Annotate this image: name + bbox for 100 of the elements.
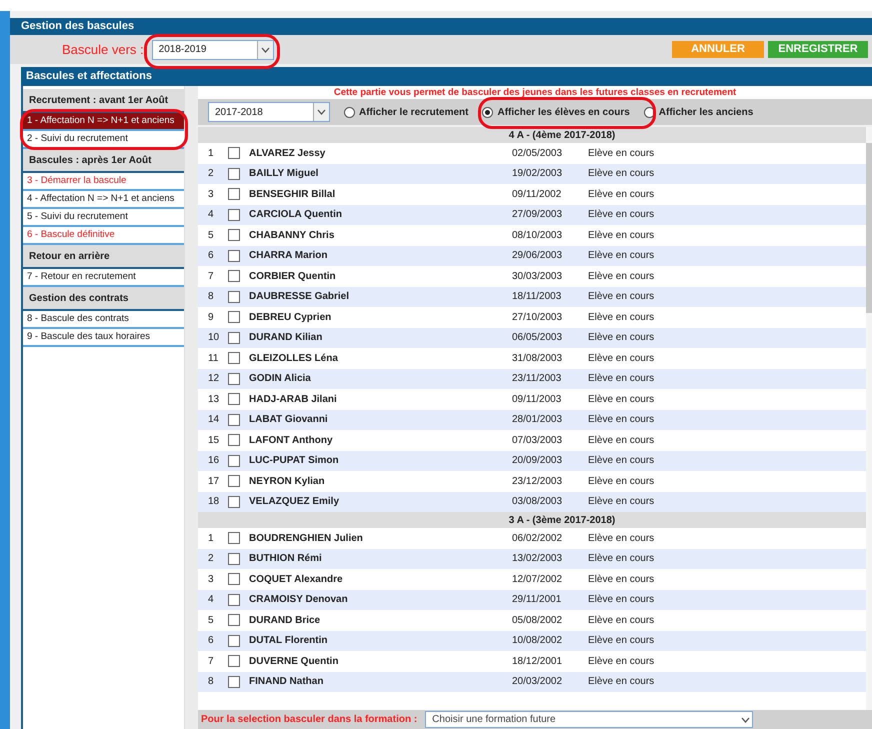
student-status: Elève en cours: [588, 310, 654, 325]
row-checkbox[interactable]: [228, 434, 240, 446]
student-status: Elève en cours: [588, 413, 654, 428]
scrollbar[interactable]: [866, 127, 872, 710]
row-number: 9: [207, 310, 215, 325]
sidebar-item[interactable]: 3 - Démarrer la bascule: [23, 173, 184, 191]
row-checkbox[interactable]: [228, 270, 240, 282]
sidebar-item[interactable]: 9 - Bascule des taux horaires: [23, 329, 184, 347]
row-number: 6: [207, 249, 215, 264]
student-name: NEYRON Kylian: [249, 474, 326, 489]
row-checkbox[interactable]: [228, 655, 240, 668]
row-number: 7: [207, 270, 215, 284]
birth-date: 19/02/2003: [511, 167, 564, 182]
student-status: Elève en cours: [588, 634, 654, 648]
scrollbar[interactable]: [184, 86, 198, 729]
row-checkbox[interactable]: [228, 208, 240, 221]
radio-button[interactable]: [482, 106, 494, 118]
student-status: Elève en cours: [588, 372, 654, 386]
row-checkbox[interactable]: [228, 168, 240, 180]
student-name: DUVERNE Quentin: [249, 654, 340, 669]
birth-date: 23/12/2003: [511, 474, 564, 489]
birth-date: 10/08/2002: [511, 634, 564, 648]
row-number: 8: [207, 290, 215, 304]
student-name: BAILLY Miguel: [249, 167, 320, 182]
student-name: CARCIOLA Quentin: [249, 208, 343, 222]
student-status: Elève en cours: [588, 454, 654, 468]
student-name: LUC-PUPAT Simon: [249, 454, 340, 468]
row-checkbox[interactable]: [228, 311, 240, 324]
birth-date: 28/01/2003: [511, 413, 564, 428]
footer-label: Pour la selection basculer dans la formation :: [201, 713, 418, 727]
row-checkbox[interactable]: [228, 188, 240, 200]
student-status: Elève en cours: [588, 614, 654, 628]
row-checkbox[interactable]: [228, 147, 240, 160]
row-checkbox[interactable]: [228, 676, 240, 688]
sidebar-section-header: Retour en arrière: [23, 245, 184, 269]
sidebar-item[interactable]: 8 - Bascule des contrats: [23, 311, 184, 329]
student-status: Elève en cours: [588, 188, 654, 202]
student-status: Elève en cours: [588, 290, 654, 304]
row-checkbox[interactable]: [228, 414, 240, 426]
radio-label[interactable]: Afficher le recrutement: [359, 104, 468, 120]
radio-label[interactable]: Afficher les élèves en cours: [497, 104, 630, 120]
student-status: Elève en cours: [588, 208, 654, 222]
row-checkbox[interactable]: [228, 634, 240, 647]
row-number: 18: [207, 495, 220, 510]
row-checkbox[interactable]: [228, 393, 240, 406]
radio-button[interactable]: [344, 106, 355, 118]
row-checkbox[interactable]: [228, 594, 240, 606]
row-number: 15: [207, 434, 220, 448]
student-name: DUTAL Florentin: [249, 634, 329, 648]
sidebar-item[interactable]: 4 - Affectation N => N+1 et anciens: [23, 191, 184, 209]
student-status: Elève en cours: [588, 270, 654, 284]
row-checkbox[interactable]: [228, 614, 240, 626]
row-checkbox[interactable]: [228, 573, 240, 586]
row-number: 8: [207, 675, 215, 690]
target-year-label: Bascule vers :: [62, 40, 144, 59]
row-number: 12: [207, 372, 220, 386]
row-checkbox[interactable]: [228, 552, 240, 565]
row-checkbox[interactable]: [228, 250, 240, 262]
birth-date: 27/09/2003: [511, 208, 564, 222]
birth-date: 23/11/2003: [511, 372, 562, 386]
window-title: Gestion des bascules: [10, 18, 872, 35]
row-checkbox[interactable]: [228, 229, 240, 242]
row-number: 10: [207, 331, 220, 346]
student-status: Elève en cours: [588, 474, 654, 489]
sidebar-item[interactable]: 6 - Bascule définitive: [23, 227, 184, 245]
school-year-select[interactable]: 2017-2018: [208, 102, 330, 122]
student-status: Elève en cours: [588, 228, 654, 243]
student-status: Elève en cours: [588, 495, 654, 510]
row-number: 17: [207, 474, 220, 489]
target-year-select[interactable]: 2018-2019: [152, 40, 274, 60]
panel-header: Bascules et affectations: [21, 67, 872, 86]
birth-date: 07/03/2003: [511, 434, 564, 448]
birth-date: 06/05/2003: [511, 331, 564, 346]
birth-date: 05/08/2002: [511, 614, 564, 628]
sidebar-item[interactable]: 1 - Affectation N => N+1 et anciens: [23, 113, 184, 131]
row-checkbox[interactable]: [228, 352, 240, 364]
student-name: BUTHION Rémi: [249, 552, 323, 566]
row-checkbox[interactable]: [228, 372, 240, 385]
student-status: Elève en cours: [588, 167, 654, 182]
student-name: HADJ-ARAB Jilani: [249, 392, 338, 407]
row-checkbox[interactable]: [228, 290, 240, 303]
student-name: COQUET Alexandre: [249, 572, 344, 587]
row-checkbox[interactable]: [228, 496, 240, 508]
student-status: Elève en cours: [588, 434, 654, 448]
row-number: 1: [207, 146, 215, 161]
row-checkbox[interactable]: [228, 532, 240, 544]
formation-select[interactable]: Choisir une formation future: [425, 711, 754, 728]
row-number: 13: [207, 392, 220, 407]
class-group-header: 4 A - (4ème 2017-2018): [198, 127, 866, 143]
row-checkbox[interactable]: [228, 475, 240, 488]
student-status: Elève en cours: [588, 249, 654, 264]
birth-date: 13/02/2003: [511, 552, 564, 566]
radio-button[interactable]: [644, 106, 655, 118]
sidebar-item[interactable]: 5 - Suivi du recrutement: [23, 209, 184, 227]
row-checkbox[interactable]: [228, 454, 240, 467]
sidebar-section-header: Gestion des contrats: [23, 287, 184, 311]
student-name: LAFONT Anthony: [249, 434, 334, 448]
student-name: LABAT Giovanni: [249, 413, 329, 428]
radio-label[interactable]: Afficher les anciens: [658, 104, 754, 120]
row-checkbox[interactable]: [228, 332, 240, 344]
